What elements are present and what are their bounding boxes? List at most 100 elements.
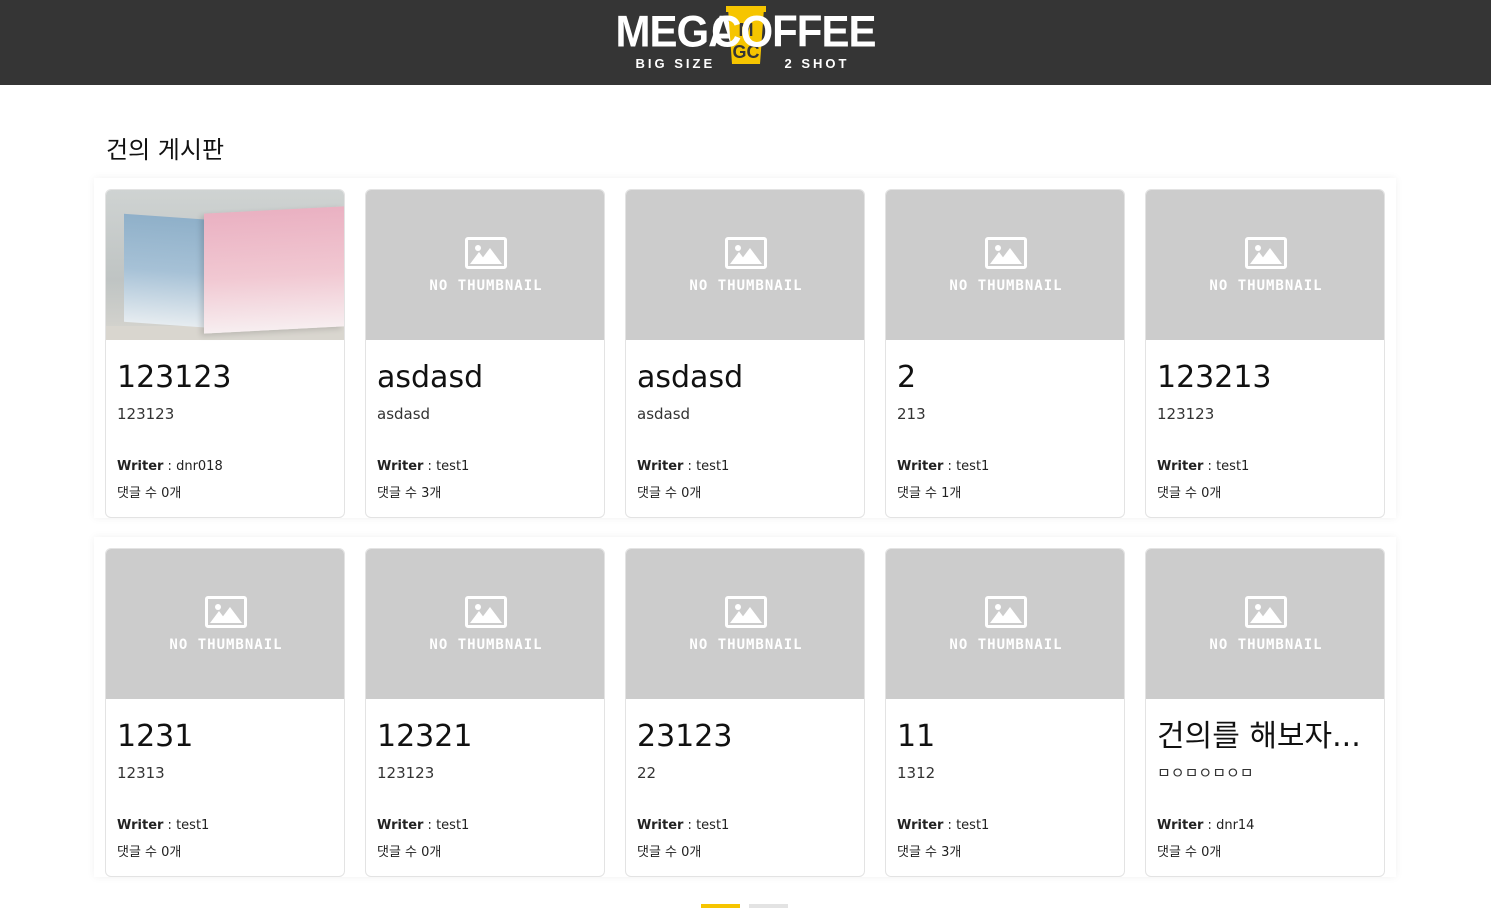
no-thumbnail-label: NO THUMBNAIL [949,637,1063,653]
post-writer: Writer : test1 [637,459,730,474]
writer-label: Writer [897,459,944,474]
writer-label: Writer [637,459,684,474]
post-comment-count: 댓글 수 0개 [637,845,702,860]
brand-logo-inner: MEGA M GC COFFEE BIG SIZE 2 SHOT [616,6,877,78]
post-comment-count: 댓글 수 3개 [377,486,442,501]
writer-name: dnr018 [176,459,223,474]
brand-tagline-right: 2 SHOT [784,56,850,71]
writer-name: test1 [956,818,990,833]
image-icon [1245,237,1287,269]
post-card[interactable]: NO THUMBNAIL 1231 12313 Writer : test1 댓… [105,548,345,877]
post-title[interactable]: 12321 [377,717,593,757]
no-thumbnail-placeholder: NO THUMBNAIL [1146,549,1384,699]
pagination-page[interactable] [749,904,788,908]
no-thumbnail-label: NO THUMBNAIL [169,637,283,653]
post-card[interactable]: NO THUMBNAIL 2 213 Writer : test1 댓글 수 1… [885,189,1125,518]
no-thumbnail-label: NO THUMBNAIL [689,637,803,653]
no-thumbnail-placeholder: NO THUMBNAIL [1146,190,1384,340]
photo-book-pink [204,206,344,334]
post-title[interactable]: 123123 [117,358,333,398]
brand-tagline-left: BIG SIZE [635,56,716,71]
post-excerpt: 12313 [117,764,165,782]
no-thumbnail-placeholder: NO THUMBNAIL [626,190,864,340]
post-title[interactable]: 2 [897,358,1113,398]
post-title[interactable]: 23123 [637,717,853,757]
post-excerpt: 22 [637,764,657,782]
post-writer: Writer : dnr018 [117,459,223,474]
post-writer: Writer : test1 [377,459,470,474]
no-thumbnail-label: NO THUMBNAIL [689,278,803,294]
image-icon [1245,596,1287,628]
post-title[interactable]: 1231 [117,717,333,757]
post-card[interactable]: NO THUMBNAIL asdasd asdasd Writer : test… [625,189,865,518]
post-excerpt: asdasd [377,405,431,423]
post-comment-count: 댓글 수 3개 [897,845,962,860]
writer-label: Writer [377,459,424,474]
post-excerpt: asdasd [637,405,691,423]
pagination-page-active[interactable] [701,904,740,908]
writer-label: Writer [1157,818,1204,833]
writer-name: test1 [436,818,470,833]
no-thumbnail-placeholder: NO THUMBNAIL [886,190,1124,340]
post-writer: Writer : test1 [897,459,990,474]
no-thumbnail-placeholder: NO THUMBNAIL [366,549,604,699]
post-card[interactable]: NO THUMBNAIL asdasd asdasd Writer : test… [365,189,605,518]
writer-name: test1 [696,818,730,833]
post-excerpt: 123123 [117,405,175,423]
post-comment-count: 댓글 수 0개 [117,845,182,860]
writer-label: Writer [377,818,424,833]
post-comment-count: 댓글 수 0개 [1157,845,1222,860]
writer-name: test1 [436,459,470,474]
post-excerpt: ㅁㅇㅁㅇㅁㅇㅁ [1157,764,1254,782]
image-icon [465,596,507,628]
post-title[interactable]: asdasd [637,358,853,398]
post-writer: Writer : dnr14 [1157,818,1255,833]
writer-label: Writer [117,818,164,833]
brand-word-right: COFFEE [711,6,876,57]
image-icon [205,596,247,628]
post-card[interactable]: 123123 123123 Writer : dnr018 댓글 수 0개 [105,189,345,518]
post-comment-count: 댓글 수 0개 [1157,486,1222,501]
post-writer: Writer : test1 [897,818,990,833]
writer-name: test1 [696,459,730,474]
no-thumbnail-placeholder: NO THUMBNAIL [886,549,1124,699]
post-grid-row-2: NO THUMBNAIL 1231 12313 Writer : test1 댓… [94,537,1396,877]
post-excerpt: 1312 [897,764,936,782]
writer-name: dnr14 [1216,818,1255,833]
writer-name: test1 [176,818,210,833]
post-card[interactable]: NO THUMBNAIL 123213 123123 Writer : test… [1145,189,1385,518]
post-grid-row-1: 123123 123123 Writer : dnr018 댓글 수 0개 NO… [94,178,1396,518]
image-icon [985,596,1027,628]
post-title[interactable]: 11 [897,717,1113,757]
no-thumbnail-placeholder: NO THUMBNAIL [626,549,864,699]
post-title[interactable]: asdasd [377,358,593,398]
post-card[interactable]: NO THUMBNAIL 23123 22 Writer : test1 댓글 … [625,548,865,877]
post-excerpt: 213 [897,405,926,423]
post-comment-count: 댓글 수 0개 [377,845,442,860]
image-icon [725,596,767,628]
brand-logo[interactable]: MEGA M GC COFFEE BIG SIZE 2 SHOT [0,0,1491,85]
post-card[interactable]: NO THUMBNAIL 11 1312 Writer : test1 댓글 수… [885,548,1125,877]
post-title[interactable]: 123213 [1157,358,1373,398]
no-thumbnail-label: NO THUMBNAIL [429,637,543,653]
image-icon [725,237,767,269]
writer-label: Writer [637,818,684,833]
no-thumbnail-label: NO THUMBNAIL [1209,637,1323,653]
post-card[interactable]: NO THUMBNAIL 건의를 해보자... ㅁㅇㅁㅇㅁㅇㅁ Writer :… [1145,548,1385,877]
post-writer: Writer : test1 [1157,459,1250,474]
writer-label: Writer [1157,459,1204,474]
image-icon [985,237,1027,269]
post-writer: Writer : test1 [117,818,210,833]
writer-label: Writer [897,818,944,833]
image-icon [465,237,507,269]
post-thumbnail-photo [106,190,344,340]
post-title[interactable]: 건의를 해보자... [1157,717,1373,757]
post-excerpt: 123123 [377,764,435,782]
post-comment-count: 댓글 수 0개 [637,486,702,501]
no-thumbnail-label: NO THUMBNAIL [949,278,1063,294]
post-writer: Writer : test1 [377,818,470,833]
writer-name: test1 [1216,459,1250,474]
post-card[interactable]: NO THUMBNAIL 12321 123123 Writer : test1… [365,548,605,877]
no-thumbnail-label: NO THUMBNAIL [1209,278,1323,294]
post-comment-count: 댓글 수 1개 [897,486,962,501]
